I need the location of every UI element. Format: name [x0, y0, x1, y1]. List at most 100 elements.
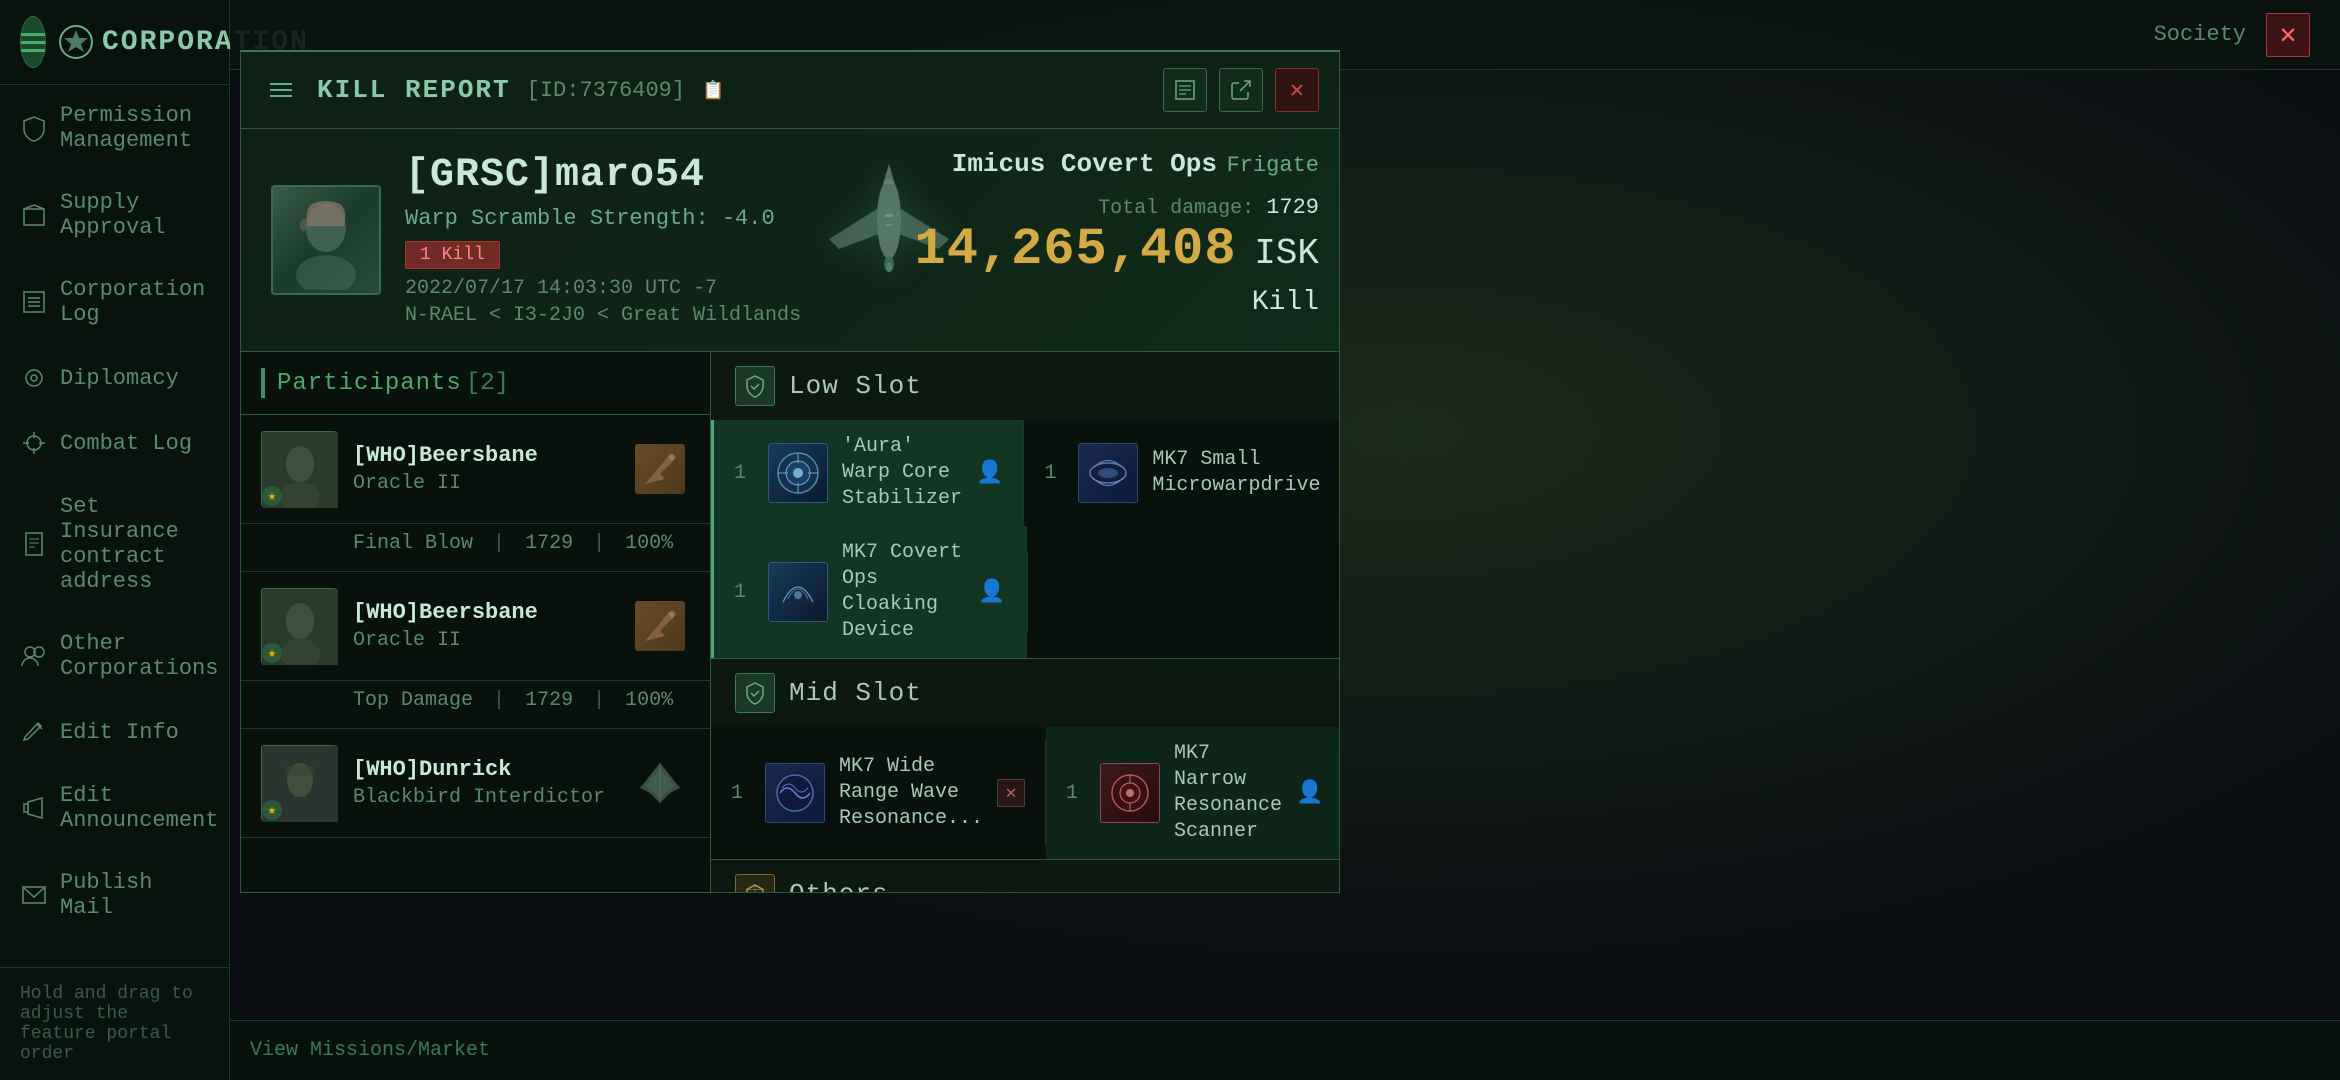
mwd-icon: [1078, 443, 1138, 503]
equip-number-2: 1: [1044, 462, 1064, 485]
cube-icon: [743, 882, 767, 892]
warp-stab-svg: [773, 448, 823, 498]
mid-slot-header: Mid Slot: [711, 659, 1339, 727]
weapon-svg-2: [640, 606, 680, 646]
share-button[interactable]: [1219, 68, 1263, 112]
equip-number-scanner: 1: [1066, 782, 1086, 805]
mwd-svg: [1083, 448, 1133, 498]
participant-portrait-2: ★: [261, 588, 337, 664]
megaphone-icon: [20, 794, 48, 822]
participants-title: Participants: [277, 370, 462, 397]
participant-row[interactable]: ★ [WHO]Dunrick Blackbird Interdictor: [241, 729, 710, 838]
sidebar-item-other-corps[interactable]: Other Corporations: [0, 613, 229, 700]
menu-icon: [270, 83, 292, 85]
person-icon: 👤: [976, 460, 1003, 486]
sidebar-item-publish-mail[interactable]: Publish Mail: [0, 852, 229, 939]
sidebar-item-insurance[interactable]: Set Insurance contract address: [0, 476, 229, 613]
society-tab[interactable]: Society: [2154, 22, 2246, 47]
participant-portrait: ★: [261, 431, 337, 507]
equip-wave-resonance[interactable]: 1 MK7 Wide Range Wave Resonance... ✕: [711, 740, 1046, 846]
equipment-panel: Low Slot 1: [711, 352, 1339, 892]
participant-ship-2: Oracle II: [353, 629, 614, 652]
low-slot-title: Low Slot: [789, 371, 922, 401]
participant-info-1: [WHO]Beersbane Oracle II: [353, 443, 614, 495]
hamburger-button[interactable]: [20, 16, 46, 68]
isk-label: ISK: [1254, 233, 1319, 274]
participant-badge-3: ★: [262, 800, 282, 820]
box-icon: [20, 201, 48, 229]
low-slot-header: Low Slot: [711, 352, 1339, 420]
ship-icon-3: [630, 758, 690, 808]
sidebar: CORPORATION Permission Management Supply…: [0, 0, 230, 1080]
low-slot-icon: [735, 366, 775, 406]
shield-icon: [20, 114, 48, 142]
close-window-button[interactable]: ✕: [2266, 13, 2310, 57]
header-bar-accent: [261, 368, 265, 398]
share-icon: [1230, 79, 1252, 101]
participant-weapon-2: [630, 596, 690, 656]
sidebar-label-corp-log: Corporation Log: [60, 277, 209, 327]
mid-slot-icon: [735, 673, 775, 713]
sidebar-item-corp-log[interactable]: Corporation Log: [0, 259, 229, 346]
close-kill-report-icon: ✕: [1290, 75, 1304, 105]
low-slot-section: Low Slot 1: [711, 352, 1339, 659]
others-header: Others: [711, 860, 1339, 892]
copy-icon: 📋: [702, 82, 724, 102]
cloak-icon: [768, 562, 828, 622]
corp-star-icon: [58, 24, 94, 60]
notes-button[interactable]: [1163, 68, 1207, 112]
sidebar-item-edit-announcement[interactable]: Edit Announcement: [0, 765, 229, 852]
sidebar-label-edit-info: Edit Info: [60, 720, 179, 745]
character-banner: [GRSC]maro54 Warp Scramble Strength: -4.…: [241, 129, 1339, 352]
equip-resonance-scanner[interactable]: 1 MK7 Narrow Resonance Scanner 👤: [1046, 727, 1339, 859]
others-section: Others 1 Gravity Capacitor: [711, 860, 1339, 892]
kill-result: Kill: [915, 287, 1319, 318]
sidebar-label-publish-mail: Publish Mail: [60, 870, 209, 920]
sidebar-item-diplomacy[interactable]: Diplomacy: [0, 346, 229, 411]
kill-report-title: KILL REPORT: [317, 75, 511, 105]
notes-icon: [1174, 79, 1196, 101]
participant-badge-1: ★: [262, 486, 282, 506]
shield-slot-icon: [743, 374, 767, 398]
close-kill-report-button[interactable]: ✕: [1275, 68, 1319, 112]
sidebar-item-combat-log[interactable]: Combat Log: [0, 411, 229, 476]
equip-x-button[interactable]: ✕: [997, 779, 1025, 807]
mid-slot-row-1: 1 MK7 Wide Range Wave Resonance... ✕: [711, 727, 1339, 859]
total-damage-label: Total damage: 1729: [915, 195, 1319, 220]
sidebar-item-permission[interactable]: Permission Management: [0, 85, 229, 172]
equip-cloak[interactable]: 1 MK7 Covert Ops Cloaking Device 👤: [711, 526, 1027, 658]
kill-report-id: [ID:7376409] 📋: [527, 78, 725, 103]
weapon-svg-1: [640, 449, 680, 489]
menu-icon: [270, 89, 292, 91]
sidebar-label-permission: Permission Management: [60, 103, 209, 153]
participant-stats-1: Final Blow | 1729 | 100%: [241, 524, 710, 572]
wave-name: MK7 Wide Range Wave Resonance...: [839, 754, 983, 832]
participant-badge-2: ★: [262, 643, 282, 663]
kill-stats: Imicus Covert Ops Frigate Total damage: …: [915, 149, 1319, 318]
participant-name-1: [WHO]Beersbane: [353, 443, 614, 468]
bottom-link[interactable]: View Missions/Market: [250, 1039, 490, 1062]
participant-row[interactable]: ★ [WHO]Beersbane Oracle II: [241, 572, 710, 681]
equip-warp-stabilizer[interactable]: 1 'Aura' Warp: [711, 420, 1024, 526]
participant-ship-1: Oracle II: [353, 472, 614, 495]
bottom-bar: View Missions/Market: [230, 1020, 2340, 1080]
sidebar-item-supply[interactable]: Supply Approval: [0, 172, 229, 259]
scanner-svg: [1105, 768, 1155, 818]
portrait-silhouette: [276, 190, 376, 290]
sidebar-label-supply: Supply Approval: [60, 190, 209, 240]
star-badge-icon-3: ★: [268, 802, 276, 819]
cloak-name: MK7 Covert Ops Cloaking Device: [842, 540, 964, 644]
low-slot-row-2: 1 MK7 Covert Ops Cloaking Device 👤: [711, 526, 1339, 658]
participant-count: [2]: [466, 370, 509, 397]
scanner-icon: [1100, 763, 1160, 823]
portrait-image: [273, 187, 379, 293]
menu-button[interactable]: [261, 70, 301, 110]
participant-row[interactable]: ★ [WHO]Beersbane Oracle II: [241, 415, 710, 524]
kill-report-modal: KILL REPORT [ID:7376409] 📋: [240, 50, 1340, 893]
isk-display: 14,265,408 ISK: [915, 220, 1319, 279]
participant-name-3: [WHO]Dunrick: [353, 757, 614, 782]
equip-microwarpdrive[interactable]: 1 MK7 Small Microwarpdrive: [1024, 429, 1339, 517]
ship-class: Imicus Covert Ops: [952, 149, 1217, 179]
sidebar-footer: Hold and drag to adjust the feature port…: [0, 967, 229, 1080]
sidebar-item-edit-info[interactable]: Edit Info: [0, 700, 229, 765]
